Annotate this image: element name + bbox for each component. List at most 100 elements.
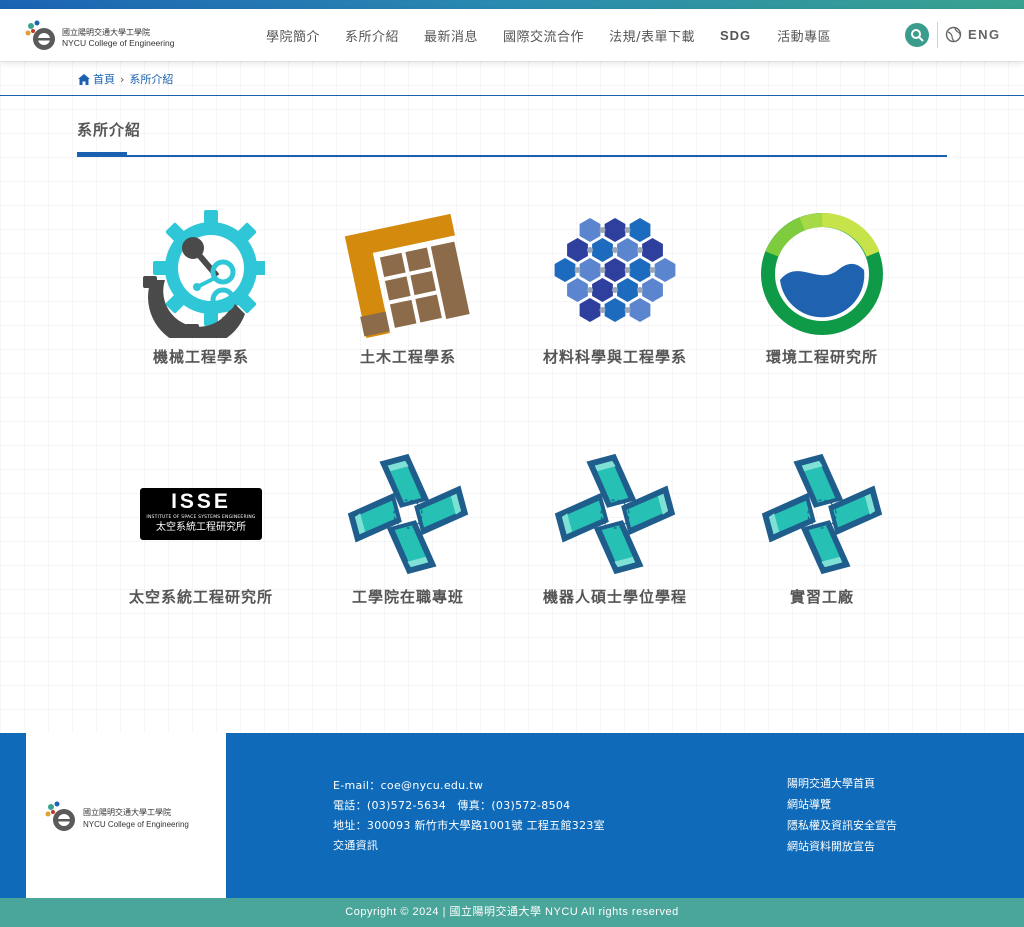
dept-card-internship-factory[interactable]: 實習工廠 (722, 450, 922, 607)
water-circle-icon (761, 212, 883, 335)
lattice-node (649, 267, 656, 273)
lattice-node (624, 227, 631, 233)
pinwheel-icon (554, 453, 676, 575)
footer-links: 陽明交通大學首頁 網站導覽 隱私權及資訊安全宣告 網站資料開放宣告 (787, 773, 897, 857)
footer-logo-title-zh: 國立陽明交通大學工學院 (83, 808, 171, 817)
pinwheel-icon (347, 453, 469, 575)
dept-card-space-systems[interactable]: ISSE INSTITUTE OF SPACE SYSTEMS ENGINEER… (101, 450, 301, 607)
hexagon-cell (617, 238, 638, 262)
hexagon-lattice-icon (554, 218, 676, 322)
dept-label: 實習工廠 (789, 588, 854, 606)
breadcrumb-home[interactable]: 首頁 (93, 71, 115, 87)
home-icon (78, 73, 90, 85)
dept-label: 太空系統工程研究所 (128, 588, 273, 606)
nav-item-sdg[interactable]: SDG (720, 28, 751, 43)
lattice-node (637, 287, 643, 293)
lattice-node (599, 267, 606, 273)
hexagon-cell (642, 278, 663, 302)
nav-item-departments[interactable]: 系所介紹 (345, 26, 399, 45)
dept-card-executive-program[interactable]: 工學院在職專班 (308, 450, 508, 607)
header-divider (937, 22, 938, 48)
copyright: Copyright © 2024 | 國立陽明交通大學 NYCU All rig… (0, 898, 1024, 927)
isse-logo: ISSE INSTITUTE OF SPACE SYSTEMS ENGINEER… (137, 450, 265, 578)
hexagon-cell (629, 298, 651, 322)
title-underline-accent (77, 152, 127, 157)
nav-item-international[interactable]: 國際交流合作 (503, 26, 584, 45)
lattice-node (624, 307, 631, 313)
footer-address: 地址：300093 新竹市大學路1001號 工程五館323室 (333, 819, 605, 832)
hexagon-cell (642, 238, 663, 262)
dept-card-environmental[interactable]: 環境工程研究所 (722, 210, 922, 367)
hexagon-cell (554, 258, 576, 282)
dept-label: 土木工程學系 (359, 348, 456, 366)
language-switch[interactable]: ENG (945, 26, 1001, 43)
hexagon-cell (654, 258, 676, 282)
dept-card-mechanical[interactable]: 機械工程學系 (101, 210, 301, 367)
gear-icon (143, 210, 265, 338)
hexagon-cell (579, 218, 601, 242)
search-button[interactable] (905, 23, 929, 47)
dept-card-materials[interactable]: 材料科學與工程學系 (515, 210, 715, 367)
breadcrumb: 首頁 › 系所介紹 (78, 71, 173, 87)
content-area (0, 61, 1024, 733)
dept-label: 材料科學與工程學系 (542, 348, 687, 366)
globe-icon (945, 26, 962, 43)
lattice-node (587, 247, 593, 253)
breadcrumb-divider (0, 95, 1024, 96)
pinwheel-icon (761, 453, 883, 575)
footer-link-open-data[interactable]: 網站資料開放宣告 (787, 836, 897, 857)
hexagon-cell (617, 278, 638, 302)
hexagon-cell (629, 258, 651, 282)
dept-label: 機器人碩士學位學程 (542, 588, 687, 606)
dept-card-robotics[interactable]: 機器人碩士學位學程 (515, 450, 715, 607)
hexagon-cell (604, 298, 626, 322)
dept-label: 工學院在職專班 (351, 588, 464, 606)
lattice-node (599, 227, 606, 233)
footer-link-university-home[interactable]: 陽明交通大學首頁 (787, 773, 897, 794)
logo-title-zh: 國立陽明交通大學工學院 (62, 28, 150, 37)
hexagon-cell (579, 298, 601, 322)
lattice-node (612, 287, 618, 293)
nav-item-regulations[interactable]: 法規/表單下載 (609, 26, 695, 45)
footer-contact: E-mail：coe@nycu.edu.tw 電話：(03)572-5634 傳… (333, 776, 605, 856)
nav-item-about[interactable]: 學院簡介 (266, 26, 320, 45)
hexagon-cell (604, 258, 626, 282)
lattice-node (574, 267, 581, 273)
isse-logo-subtitle-zh: 太空系統工程研究所 (156, 522, 246, 533)
language-label: ENG (968, 27, 1001, 42)
logo-mark-icon (25, 20, 55, 50)
page-title: 系所介紹 (77, 121, 142, 139)
footer-link-sitemap[interactable]: 網站導覽 (787, 794, 897, 815)
hexagon-cell (567, 238, 588, 262)
hexagon-cell (592, 238, 613, 262)
dept-card-civil[interactable]: 土木工程學系 (308, 210, 508, 367)
site-logo[interactable]: 國立陽明交通大學工學院 NYCU College of Engineering (24, 16, 184, 54)
grid-block-icon (344, 213, 470, 338)
lattice-node (637, 247, 643, 253)
lattice-node (612, 247, 618, 253)
dept-label: 環境工程研究所 (765, 348, 878, 366)
footer-phone: 電話：(03)572-5634 傳真：(03)572-8504 (333, 799, 571, 812)
hexagon-cell (629, 218, 651, 242)
footer-traffic-link[interactable]: 交通資訊 (333, 836, 605, 856)
hexagon-cell (604, 218, 626, 242)
nav-item-events[interactable]: 活動專區 (777, 26, 831, 45)
footer-link-privacy[interactable]: 隱私權及資訊安全宣告 (787, 815, 897, 836)
hexagon-cell (567, 278, 588, 302)
site-footer: 國立陽明交通大學工學院 NYCU College of Engineering … (0, 733, 1024, 898)
breadcrumb-current[interactable]: 系所介紹 (129, 71, 173, 87)
footer-email[interactable]: E-mail：coe@nycu.edu.tw (333, 776, 605, 796)
nav-item-news[interactable]: 最新消息 (424, 26, 478, 45)
isse-logo-title: ISSE (171, 490, 231, 513)
dept-label: 機械工程學系 (152, 348, 249, 366)
footer-logo-title-en: NYCU College of Engineering (83, 820, 189, 829)
footer-logo[interactable]: 國立陽明交通大學工學院 NYCU College of Engineering (26, 733, 226, 898)
title-underline (77, 155, 947, 157)
hexagon-cell (592, 278, 613, 302)
search-icon (911, 29, 924, 42)
logo-title-en: NYCU College of Engineering (62, 38, 175, 48)
hexagon-cell (579, 258, 601, 282)
lattice-node (624, 267, 631, 273)
site-header: 國立陽明交通大學工學院 NYCU College of Engineering … (0, 9, 1024, 61)
top-accent-bar (0, 0, 1024, 9)
